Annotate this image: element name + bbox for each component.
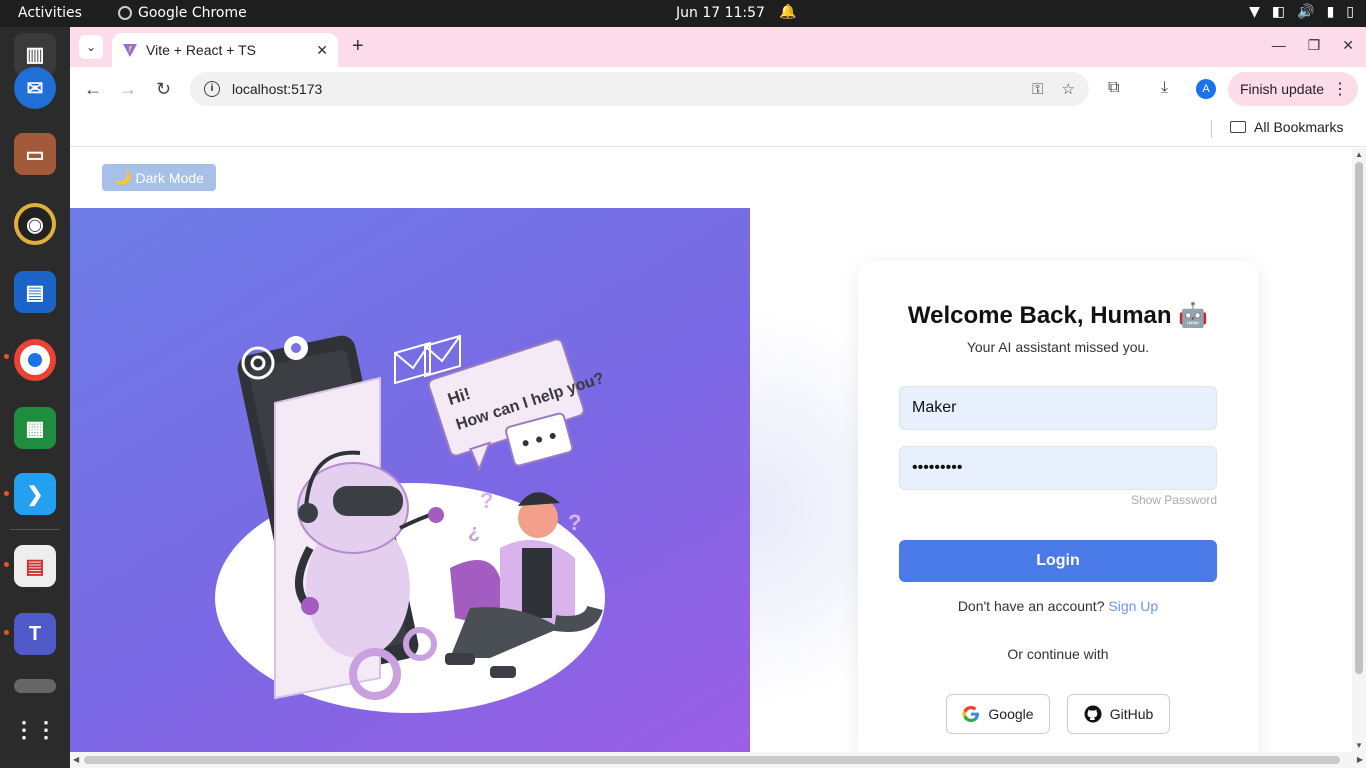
google-login-button[interactable]: Google [946,694,1050,734]
rhythmbox-icon[interactable]: ◉ [14,203,56,245]
wifi-icon: ▼ [1249,4,1260,20]
login-subheading: Your AI assistant missed you. [966,339,1150,355]
page-viewport: 🌙 Dark Mode Hi! How can I help you? ? ? … [70,148,1352,752]
profile-avatar[interactable]: A [1196,79,1216,99]
running-indicator [4,630,9,635]
login-card: Welcome Back, Human 🤖 Your AI assistant … [858,261,1258,752]
show-password-toggle[interactable]: Show Password [1131,493,1217,507]
writer-icon[interactable]: ▤ [14,271,56,313]
tab-search-button[interactable]: ⌄ [79,35,103,59]
bell-icon: 🔔 [779,4,797,20]
signup-link[interactable]: Sign Up [1108,598,1158,614]
app-name: Google Chrome [138,5,247,21]
login-panel: Welcome Back, Human 🤖 Your AI assistant … [750,208,1352,752]
dock: ▥ ✉ ▭ ◉ ▤ ▦ ❯ ▤ T ⋮⋮ [0,27,70,768]
svg-text:?: ? [480,488,493,513]
all-bookmarks-label: All Bookmarks [1254,119,1344,135]
login-heading: Welcome Back, Human 🤖 [907,302,1209,329]
username-input[interactable] [899,386,1217,430]
svg-text:¿: ¿ [468,521,480,543]
scroll-left-icon[interactable]: ◀ [73,755,79,764]
svg-text:?: ? [568,510,581,535]
chrome-small-icon [118,6,132,20]
all-bookmarks-button[interactable]: All Bookmarks [1230,119,1343,135]
google-label: Google [988,706,1034,722]
dark-mode-label: Dark Mode [135,169,204,186]
window-controls: — ❐ ✕ [1272,37,1354,54]
vite-icon [123,44,137,57]
scroll-up-icon[interactable]: ▲ [1355,150,1363,159]
app-menu[interactable]: Google Chrome [118,5,247,21]
page-header [70,148,1352,208]
vertical-scrollbar[interactable]: ▲ ▼ [1352,148,1366,752]
github-login-button[interactable]: GitHub [1067,694,1170,734]
files-icon[interactable]: ▭ [14,133,56,175]
calc-icon[interactable]: ▦ [14,407,56,449]
network-icon: ◧ [1271,4,1286,20]
running-indicator [4,562,9,567]
close-window-icon[interactable]: ✕ [1342,37,1354,54]
running-indicator [4,491,9,496]
new-tab-button[interactable]: + [352,35,364,58]
vscode-icon[interactable]: ❯ [14,473,56,515]
github-label: GitHub [1109,706,1154,722]
bookmark-star-icon[interactable]: ☆ [1062,80,1075,98]
download-icon[interactable]: ⤓ [1161,79,1168,97]
volume-icon: 🔊 [1297,4,1315,20]
moon-icon: 🌙 [114,169,132,185]
horizontal-scroll-thumb[interactable] [84,756,1340,764]
battery-icon: ▯ [1346,4,1354,20]
chrome-icon[interactable] [14,339,56,381]
browser-toolbar: ← → ↻ i localhost:5173 ⚿ ☆ ⧉ ⤓ A Finish … [70,67,1366,111]
password-key-icon[interactable]: ⚿ [1032,81,1043,98]
trash-icon[interactable] [14,679,56,693]
google-icon [963,706,980,722]
finish-update-label: Finish update [1240,81,1325,97]
clock[interactable]: Jun 17 11:57 [676,5,765,21]
system-top-bar: Activities Google Chrome Jun 17 11:57 🔔 … [0,0,1366,27]
tab-active[interactable]: Vite + React + TS ✕ [112,33,338,67]
more-menu-icon[interactable]: ⋮ [1332,79,1348,99]
close-tab-icon[interactable]: ✕ [316,42,328,59]
browser-window: ⌄ Vite + React + TS ✕ + — ❐ ✕ ← → ↻ i lo… [70,27,1366,768]
tab-strip: ⌄ Vite + React + TS ✕ + — ❐ ✕ [70,27,1366,67]
minimize-icon[interactable]: — [1272,37,1286,54]
robot-chat-illustration: Hi! How can I help you? ? ? ¿ [215,334,606,713]
login-button[interactable]: Login [899,540,1217,582]
extensions-icon[interactable]: ⧉ [1108,79,1119,97]
back-icon[interactable]: ← [84,79,102,100]
url-text[interactable]: localhost:5173 [232,81,1014,97]
bookmarks-bar: All Bookmarks [70,111,1366,147]
folder-icon [1230,121,1246,133]
maximize-icon[interactable]: ❐ [1308,37,1321,54]
bookmarks-separator [1211,120,1212,138]
dark-mode-toggle[interactable]: 🌙 Dark Mode [102,164,216,191]
github-icon [1084,705,1102,723]
document-viewer-icon[interactable]: ▤ [14,545,56,587]
running-indicator [4,354,9,359]
address-bar[interactable]: i localhost:5173 ⚿ ☆ [190,72,1089,106]
or-continue-text: Or continue with [1007,646,1109,662]
thunderbird-icon[interactable]: ✉ [14,67,56,109]
scroll-down-icon[interactable]: ▼ [1355,741,1363,750]
tab-title: Vite + React + TS [146,42,256,58]
vertical-scroll-thumb[interactable] [1355,162,1363,674]
activities-button[interactable]: Activities [18,5,82,21]
scroll-right-icon[interactable]: ▶ [1357,755,1363,764]
site-info-icon[interactable]: i [204,81,220,97]
dock-separator [10,529,60,530]
power-icon: ▮ [1326,4,1335,20]
horizontal-scrollbar[interactable]: ◀ ▶ [70,752,1366,768]
teams-icon[interactable]: T [14,613,56,655]
reload-icon[interactable]: ↻ [156,79,171,100]
no-account-text: Don't have an account? [957,598,1105,614]
illustration-panel: Hi! How can I help you? ? ? ¿ [70,208,750,752]
forward-icon[interactable]: → [119,79,137,100]
finish-update-button[interactable]: Finish update ⋮ [1228,72,1358,106]
app-grid-icon[interactable]: ⋮⋮ [13,709,57,751]
signup-prompt: Don't have an account? Sign Up [858,598,1258,614]
password-input[interactable] [899,446,1217,490]
system-tray[interactable]: ▼ ◧ 🔊 ▮ ▯ [1249,4,1354,20]
